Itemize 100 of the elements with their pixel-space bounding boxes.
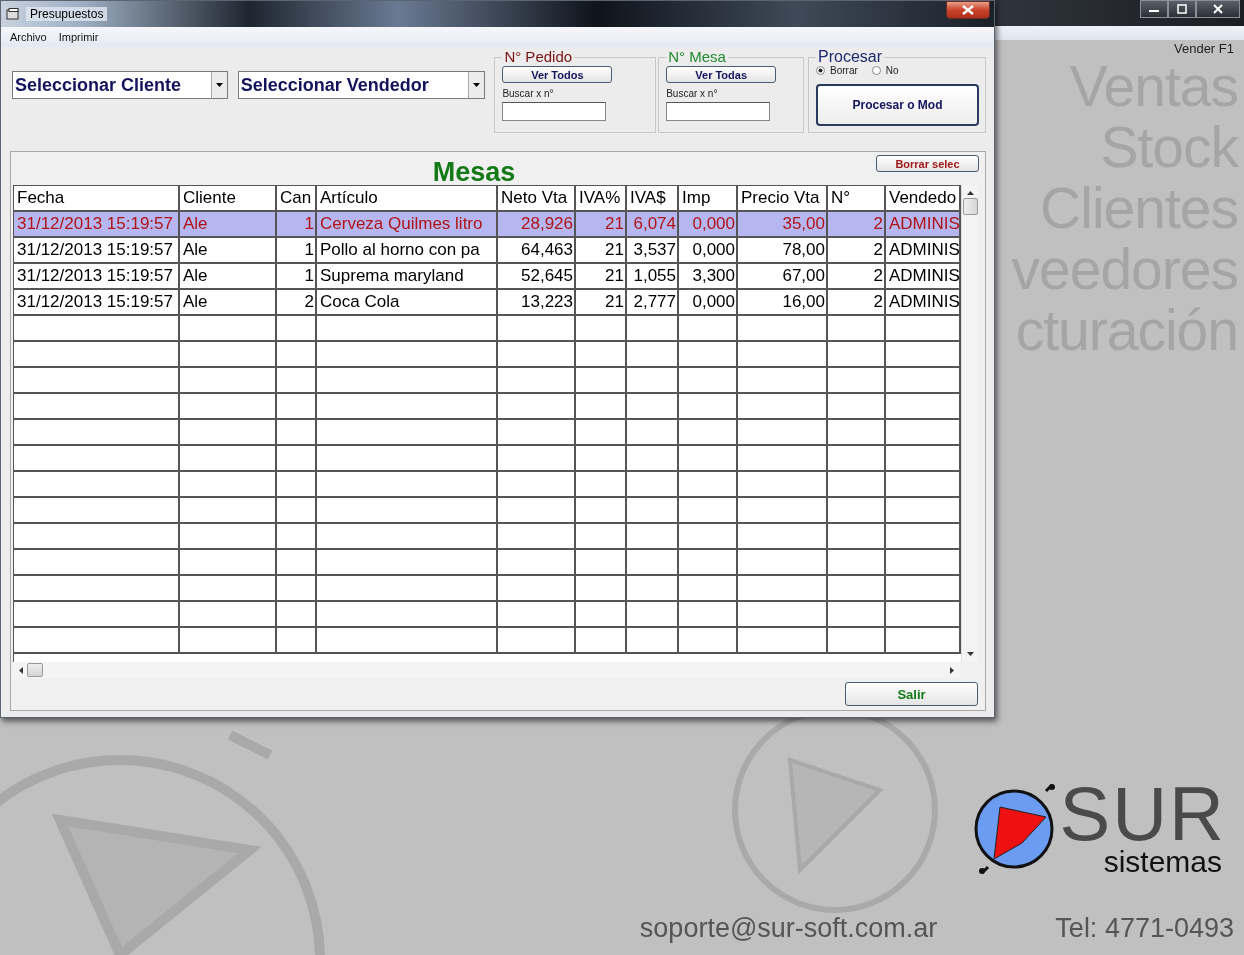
table-row[interactable]: 31/12/2013 15:19:57 Ale 1 Suprema maryland 52,645 21 1,055 3,300 67,00 2 ADMINIS	[14, 264, 961, 290]
table-row[interactable]: 31/12/2013 15:19:57 Ale 2 Coca Cola 13,223 21 2,777 0,000 16,00 2 ADMINIS	[14, 290, 961, 316]
table-cell: 31/12/2013 15:19:57	[14, 264, 180, 290]
table-cell	[627, 316, 679, 342]
column-header[interactable]: IVA$	[627, 186, 679, 212]
table-cell: 3,537	[627, 238, 679, 264]
table-cell: 28,926	[498, 212, 576, 238]
table-row[interactable]: 31/12/2013 15:19:57 Ale 1 Pollo al horno con pa 64,463 21 3,537 0,000 78,00 2 ADMINIS	[14, 238, 961, 264]
minimize-button[interactable]	[1140, 0, 1168, 18]
maximize-button[interactable]	[1168, 0, 1196, 18]
table-cell	[277, 316, 317, 342]
close-button[interactable]	[1196, 0, 1240, 18]
client-dropdown[interactable]: Seleccionar Cliente	[12, 71, 228, 99]
table-cell: 2	[828, 264, 886, 290]
table-cell: 2	[828, 212, 886, 238]
table-cell: 0,000	[679, 290, 738, 316]
exit-button[interactable]: Salir	[845, 682, 978, 706]
table-cell	[627, 524, 679, 550]
table-cell: 1	[277, 264, 317, 290]
table-cell	[576, 628, 627, 654]
column-header[interactable]: N°	[828, 186, 886, 212]
phone-number: Tel: 4771-0493	[1055, 913, 1234, 944]
shortcut-label: Vender F1	[1174, 41, 1234, 56]
horizontal-scrollbar[interactable]	[13, 662, 960, 678]
table-cell	[277, 524, 317, 550]
table-cell	[679, 394, 738, 420]
table-cell	[679, 368, 738, 394]
radio-option[interactable]: Borrar	[816, 65, 858, 76]
search-label: Buscar x n°	[502, 88, 554, 99]
table-cell	[627, 420, 679, 446]
column-header[interactable]: Neto Vta	[498, 186, 576, 212]
table-cell	[627, 394, 679, 420]
clear-selection-button[interactable]: Borrar selec	[876, 155, 979, 172]
radio-option[interactable]: No	[871, 65, 899, 76]
table-cell	[576, 446, 627, 472]
table-cell	[828, 602, 886, 628]
table-cell	[277, 602, 317, 628]
column-header[interactable]: Cliente	[180, 186, 277, 212]
view-all-button[interactable]: Ver Todos	[502, 66, 613, 83]
table-cell: 31/12/2013 15:19:57	[14, 238, 180, 264]
table-cell: 1	[277, 238, 317, 264]
table-cell	[828, 628, 886, 654]
column-header[interactable]: Can	[277, 186, 317, 212]
table-cell	[576, 342, 627, 368]
table-cell: 35,00	[738, 212, 828, 238]
column-header[interactable]: Imp	[679, 186, 738, 212]
up-arrow-icon	[966, 191, 974, 195]
table-cell: 0,000	[679, 212, 738, 238]
table-cell	[576, 420, 627, 446]
table-cell	[679, 446, 738, 472]
scroll-thumb[interactable]	[27, 663, 43, 677]
menu-item[interactable]: Imprimir	[58, 31, 99, 43]
table-cell	[828, 550, 886, 576]
table-cell	[627, 550, 679, 576]
menu-item[interactable]: Archivo	[10, 31, 47, 43]
table-cell	[576, 498, 627, 524]
close-icon	[1213, 4, 1223, 14]
table-cell: 2	[828, 238, 886, 264]
table-cell: 78,00	[738, 238, 828, 264]
table-cell: 2,777	[627, 290, 679, 316]
table-cell	[627, 576, 679, 602]
group-title: N° Pedido	[503, 49, 574, 65]
table-cell	[828, 446, 886, 472]
table-cell	[828, 368, 886, 394]
close-button[interactable]	[946, 1, 990, 19]
table-cell: Suprema maryland	[317, 264, 498, 290]
table-cell	[576, 524, 627, 550]
table-cell	[828, 420, 886, 446]
window-title: Presupuestos	[26, 7, 108, 21]
process-button[interactable]: Procesar o Mod	[816, 84, 979, 126]
table-cell	[828, 524, 886, 550]
seller-dropdown[interactable]: Seleccionar Vendedor	[237, 71, 486, 99]
column-header[interactable]: Precio Vta	[738, 186, 828, 212]
column-header[interactable]: Fecha	[14, 186, 180, 212]
logo-tagline: sistemas	[1103, 847, 1222, 877]
down-arrow-icon	[966, 652, 974, 656]
table-cell	[828, 316, 886, 342]
table-cell: 21	[576, 238, 627, 264]
view-all-button[interactable]: Ver Todas	[666, 66, 777, 83]
table-cell: 64,463	[498, 238, 576, 264]
search-field[interactable]	[502, 102, 607, 121]
vertical-scrollbar[interactable]	[961, 185, 978, 662]
table-cell	[679, 628, 738, 654]
table-cell	[679, 524, 738, 550]
table-cell	[828, 342, 886, 368]
column-header[interactable]: Artículo	[317, 186, 498, 212]
column-header[interactable]: IVA%	[576, 186, 627, 212]
table-cell	[828, 498, 886, 524]
column-header[interactable]: Vendedo	[886, 186, 961, 212]
table-cell	[277, 394, 317, 420]
table-cell	[627, 368, 679, 394]
table-row[interactable]: 31/12/2013 15:19:57 Ale 1 Cerveza Quilmes litro 28,926 21 6,074 0,000 35,00 2 ADMINIS	[14, 212, 961, 238]
scroll-thumb[interactable]	[962, 198, 978, 215]
table-cell	[576, 576, 627, 602]
table-cell	[679, 498, 738, 524]
table-cell: 1,055	[627, 264, 679, 290]
logo-name: SUR	[1059, 781, 1226, 847]
table-cell	[576, 394, 627, 420]
table-cell	[828, 472, 886, 498]
search-field[interactable]	[666, 102, 771, 121]
